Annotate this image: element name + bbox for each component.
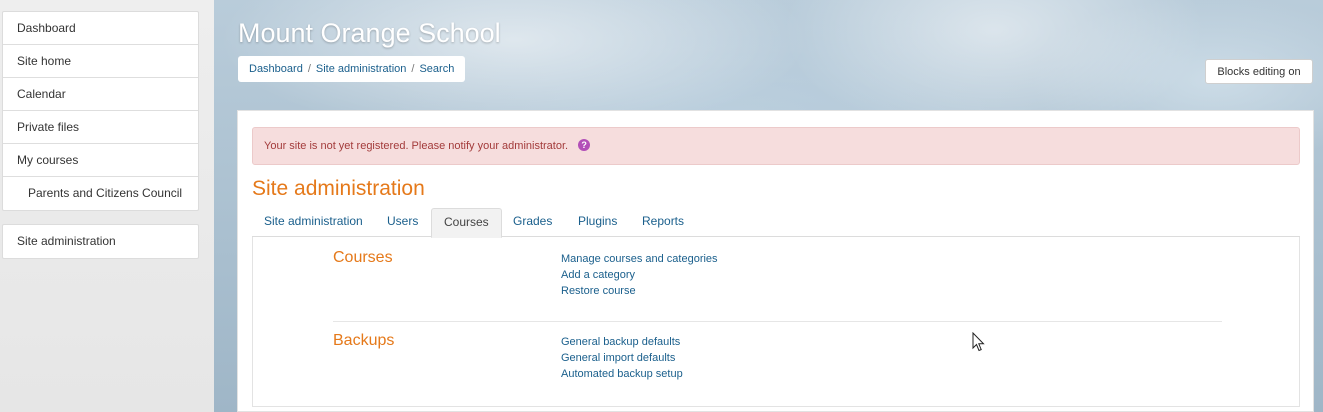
main-region: Your site is not yet registered. Please … bbox=[237, 110, 1314, 412]
alert-text: Your site is not yet registered. Please … bbox=[264, 140, 569, 152]
site-title: Mount Orange School bbox=[238, 18, 501, 48]
tab-plugins[interactable]: Plugins bbox=[566, 208, 629, 237]
section-title-backups: Backups bbox=[333, 332, 395, 349]
section-divider bbox=[333, 321, 1222, 322]
blocks-editing-button[interactable]: Blocks editing on bbox=[1205, 59, 1313, 84]
admin-tabs: Site administration Users Courses Grades… bbox=[252, 208, 1300, 238]
tab-panel-courses: Courses Manage courses and categories Ad… bbox=[252, 237, 1300, 407]
link-restore-course[interactable]: Restore course bbox=[561, 283, 718, 299]
nav-item-dashboard[interactable]: Dashboard bbox=[3, 12, 198, 45]
section-title-courses: Courses bbox=[333, 249, 393, 266]
nav-primary-block: Dashboard Site home Calendar Private fil… bbox=[2, 11, 199, 211]
nav-item-my-courses[interactable]: My courses bbox=[3, 144, 198, 177]
tab-users[interactable]: Users bbox=[375, 208, 430, 237]
mouse-pointer-icon bbox=[972, 332, 985, 352]
tab-reports[interactable]: Reports bbox=[630, 208, 696, 237]
registration-alert: Your site is not yet registered. Please … bbox=[252, 127, 1300, 165]
link-general-import-defaults[interactable]: General import defaults bbox=[561, 350, 683, 366]
nav-item-calendar[interactable]: Calendar bbox=[3, 78, 198, 111]
tab-courses[interactable]: Courses bbox=[431, 208, 502, 238]
breadcrumb-separator: / bbox=[411, 63, 415, 75]
tab-site-administration[interactable]: Site administration bbox=[252, 208, 375, 237]
breadcrumb-search[interactable]: Search bbox=[419, 63, 454, 75]
nav-item-site-administration[interactable]: Site administration bbox=[3, 225, 198, 258]
help-icon[interactable]: ? bbox=[578, 139, 591, 152]
link-general-backup-defaults[interactable]: General backup defaults bbox=[561, 334, 683, 350]
nav-item-course-parents-council[interactable]: Parents and Citizens Council bbox=[3, 177, 198, 210]
section-links-backups: General backup defaults General import d… bbox=[561, 334, 683, 382]
link-automated-backup-setup[interactable]: Automated backup setup bbox=[561, 366, 683, 382]
nav-drawer: Dashboard Site home Calendar Private fil… bbox=[0, 0, 214, 412]
nav-secondary-block: Site administration bbox=[2, 224, 199, 259]
link-manage-courses-and-categories[interactable]: Manage courses and categories bbox=[561, 251, 718, 267]
section-links-courses: Manage courses and categories Add a cate… bbox=[561, 251, 718, 299]
breadcrumb: Dashboard / Site administration / Search bbox=[238, 56, 466, 82]
nav-item-private-files[interactable]: Private files bbox=[3, 111, 198, 144]
breadcrumb-site-administration[interactable]: Site administration bbox=[316, 63, 407, 75]
breadcrumb-dashboard[interactable]: Dashboard bbox=[249, 63, 303, 75]
tab-grades[interactable]: Grades bbox=[501, 208, 564, 237]
link-add-a-category[interactable]: Add a category bbox=[561, 267, 718, 283]
page-title: Site administration bbox=[252, 177, 425, 200]
breadcrumb-separator: / bbox=[307, 63, 311, 75]
nav-item-site-home[interactable]: Site home bbox=[3, 45, 198, 78]
